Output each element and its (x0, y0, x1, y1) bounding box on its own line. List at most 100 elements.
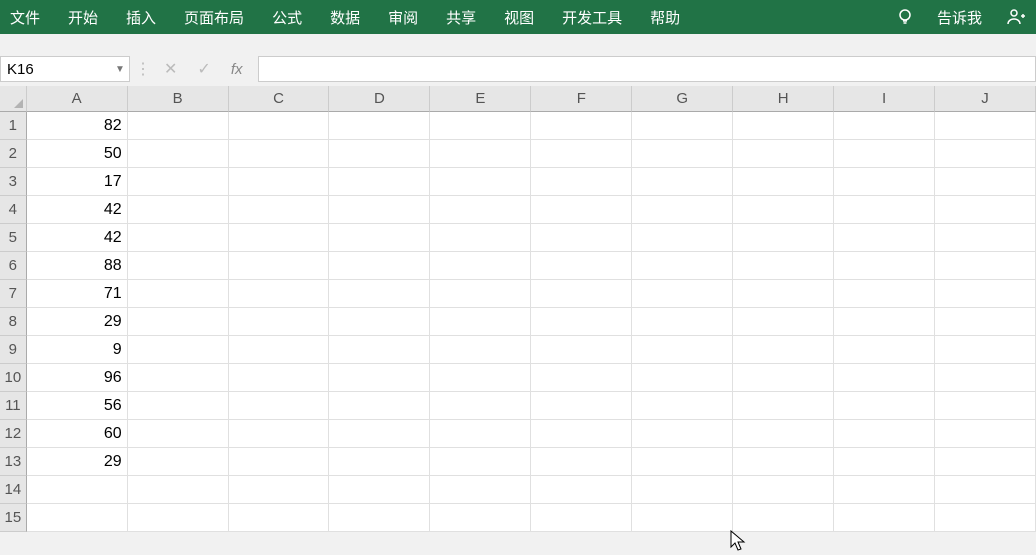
cell-I7[interactable] (834, 280, 935, 308)
cell-F15[interactable] (531, 504, 632, 532)
cell-B4[interactable] (128, 196, 229, 224)
cell-F11[interactable] (531, 392, 632, 420)
cell-F9[interactable] (531, 336, 632, 364)
row-head-4[interactable]: 4 (0, 196, 27, 224)
cell-B9[interactable] (128, 336, 229, 364)
cell-J14[interactable] (935, 476, 1036, 504)
col-head-J[interactable]: J (935, 86, 1036, 112)
cell-D13[interactable] (329, 448, 430, 476)
cell-H11[interactable] (733, 392, 834, 420)
cell-I6[interactable] (834, 252, 935, 280)
cell-C9[interactable] (229, 336, 330, 364)
cell-A8[interactable]: 29 (27, 308, 128, 336)
row-head-8[interactable]: 8 (0, 308, 27, 336)
row-head-13[interactable]: 13 (0, 448, 27, 476)
cell-G11[interactable] (632, 392, 733, 420)
cell-A7[interactable]: 71 (27, 280, 128, 308)
cell-E6[interactable] (430, 252, 531, 280)
cell-H1[interactable] (733, 112, 834, 140)
cell-G5[interactable] (632, 224, 733, 252)
cell-G3[interactable] (632, 168, 733, 196)
cell-B1[interactable] (128, 112, 229, 140)
cell-I1[interactable] (834, 112, 935, 140)
cell-A1[interactable]: 82 (27, 112, 128, 140)
enter-icon[interactable]: ✓ (197, 59, 210, 79)
cell-I8[interactable] (834, 308, 935, 336)
cell-C3[interactable] (229, 168, 330, 196)
cell-I3[interactable] (834, 168, 935, 196)
cell-C12[interactable] (229, 420, 330, 448)
cell-J2[interactable] (935, 140, 1036, 168)
cell-H6[interactable] (733, 252, 834, 280)
row-head-12[interactable]: 12 (0, 420, 27, 448)
cell-A10[interactable]: 96 (27, 364, 128, 392)
col-head-H[interactable]: H (733, 86, 834, 112)
cell-C15[interactable] (229, 504, 330, 532)
cell-D14[interactable] (329, 476, 430, 504)
cell-B5[interactable] (128, 224, 229, 252)
cell-E11[interactable] (430, 392, 531, 420)
insert-function-button[interactable]: fx (231, 61, 243, 78)
cell-C14[interactable] (229, 476, 330, 504)
cell-D4[interactable] (329, 196, 430, 224)
cell-A15[interactable] (27, 504, 128, 532)
cell-F4[interactable] (531, 196, 632, 224)
cell-E4[interactable] (430, 196, 531, 224)
row-head-5[interactable]: 5 (0, 224, 27, 252)
ribbon-tab-help[interactable]: 帮助 (650, 7, 680, 28)
ribbon-tab-data[interactable]: 数据 (330, 7, 360, 28)
cell-H9[interactable] (733, 336, 834, 364)
cell-I12[interactable] (834, 420, 935, 448)
cell-G6[interactable] (632, 252, 733, 280)
cell-G10[interactable] (632, 364, 733, 392)
cell-F10[interactable] (531, 364, 632, 392)
select-all-corner[interactable] (0, 86, 27, 112)
cell-I5[interactable] (834, 224, 935, 252)
cell-F2[interactable] (531, 140, 632, 168)
cell-E12[interactable] (430, 420, 531, 448)
cell-D11[interactable] (329, 392, 430, 420)
cell-I13[interactable] (834, 448, 935, 476)
cell-H2[interactable] (733, 140, 834, 168)
cell-D10[interactable] (329, 364, 430, 392)
col-head-E[interactable]: E (430, 86, 531, 112)
lightbulb-icon[interactable] (897, 8, 913, 26)
cell-D2[interactable] (329, 140, 430, 168)
cancel-icon[interactable]: ✕ (164, 59, 177, 79)
cell-H7[interactable] (733, 280, 834, 308)
cell-E3[interactable] (430, 168, 531, 196)
cell-G9[interactable] (632, 336, 733, 364)
cell-I14[interactable] (834, 476, 935, 504)
cell-C11[interactable] (229, 392, 330, 420)
cell-E13[interactable] (430, 448, 531, 476)
cell-B10[interactable] (128, 364, 229, 392)
cell-J13[interactable] (935, 448, 1036, 476)
cell-F8[interactable] (531, 308, 632, 336)
name-box[interactable]: K16 ▼ (0, 56, 130, 82)
cell-E9[interactable] (430, 336, 531, 364)
ribbon-tab-share[interactable]: 共享 (446, 7, 476, 28)
row-head-2[interactable]: 2 (0, 140, 27, 168)
cell-B6[interactable] (128, 252, 229, 280)
cell-C13[interactable] (229, 448, 330, 476)
cell-F7[interactable] (531, 280, 632, 308)
cell-D5[interactable] (329, 224, 430, 252)
cell-A5[interactable]: 42 (27, 224, 128, 252)
col-head-C[interactable]: C (229, 86, 330, 112)
col-head-A[interactable]: A (27, 86, 128, 112)
ribbon-tab-review[interactable]: 审阅 (388, 7, 418, 28)
cell-G15[interactable] (632, 504, 733, 532)
cell-E5[interactable] (430, 224, 531, 252)
cell-B2[interactable] (128, 140, 229, 168)
cell-E2[interactable] (430, 140, 531, 168)
cell-F12[interactable] (531, 420, 632, 448)
ribbon-tab-developer[interactable]: 开发工具 (562, 7, 622, 28)
cell-F5[interactable] (531, 224, 632, 252)
cell-B12[interactable] (128, 420, 229, 448)
cell-J1[interactable] (935, 112, 1036, 140)
cell-B15[interactable] (128, 504, 229, 532)
cell-J3[interactable] (935, 168, 1036, 196)
cell-J15[interactable] (935, 504, 1036, 532)
cell-J9[interactable] (935, 336, 1036, 364)
cell-H12[interactable] (733, 420, 834, 448)
